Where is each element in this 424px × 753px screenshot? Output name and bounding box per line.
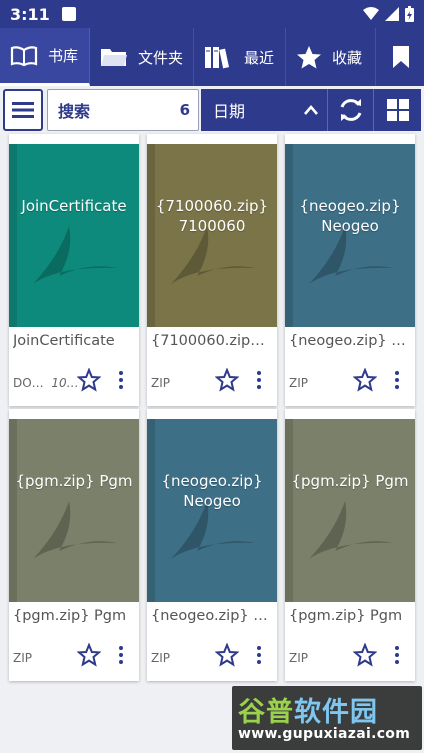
book-title: {7100060.zip}... — [151, 333, 273, 349]
book-format: ZIP — [289, 376, 308, 390]
hamburger-icon — [12, 102, 34, 118]
tab-folders-label: 文件夹 — [138, 48, 184, 67]
more-options-icon[interactable] — [251, 643, 267, 667]
refresh-icon — [340, 99, 361, 121]
watermark-logo: 谷普软件园 www.gupuxiazai.com — [232, 686, 422, 750]
notification-icon — [61, 7, 76, 21]
cover-emblem-icon — [33, 501, 117, 559]
favorite-star-icon[interactable] — [215, 368, 239, 392]
cover-emblem-icon — [171, 226, 255, 284]
folder-icon — [101, 49, 127, 66]
tab-favorites-label: 收藏 — [332, 48, 363, 67]
book-cover[interactable]: {neogeo.zip} Neogeo — [147, 419, 277, 602]
book-cover[interactable]: JoinCertificate — [9, 144, 139, 327]
book-card[interactable]: {pgm.zip} Pgm {pgm.zip} Pgm ZIP — [285, 409, 415, 681]
favorite-star-icon[interactable] — [353, 368, 377, 392]
grid-view-button[interactable] — [373, 89, 421, 131]
cover-emblem-icon — [309, 501, 393, 559]
book-title: {pgm.zip} Pgm — [13, 608, 127, 624]
tab-library[interactable]: 书库 — [0, 28, 90, 86]
menu-button[interactable] — [3, 89, 43, 131]
book-meta: ZIP — [289, 651, 308, 665]
chevron-up-icon[interactable] — [303, 104, 319, 116]
book-cover[interactable]: {pgm.zip} Pgm — [9, 419, 139, 602]
book-title: {neogeo.zip} N... — [289, 333, 411, 349]
sort-label: 日期 — [213, 102, 246, 121]
favorite-star-icon[interactable] — [77, 643, 101, 667]
book-card[interactable]: {7100060.zip} 7100060 {7100060.zip}... Z… — [147, 134, 277, 406]
more-options-icon[interactable] — [251, 368, 267, 392]
sort-dropdown[interactable]: 日期 — [201, 89, 327, 131]
tab-folders[interactable]: 文件夹 — [90, 28, 194, 86]
cover-text: JoinCertificate — [21, 197, 127, 215]
book-format: ZIP — [151, 376, 170, 390]
favorite-star-icon[interactable] — [77, 368, 101, 392]
more-options-icon[interactable] — [389, 368, 405, 392]
status-time: 3:11 — [10, 4, 50, 24]
book-format: ZIP — [289, 651, 308, 665]
cover-text: {pgm.zip} Pgm — [15, 472, 133, 490]
star-icon — [297, 46, 321, 69]
book-meta: ZIP — [289, 376, 308, 390]
status-icons — [363, 6, 414, 22]
books-icon — [205, 47, 230, 69]
book-card[interactable]: {neogeo.zip} Neogeo {neogeo.zip} N... ZI… — [147, 409, 277, 681]
book-format: ZIP — [13, 651, 32, 665]
grid-icon — [386, 99, 409, 121]
more-options-icon[interactable] — [113, 368, 129, 392]
bookmark-icon — [393, 46, 409, 68]
more-options-icon[interactable] — [113, 643, 129, 667]
signal-icon — [385, 7, 399, 21]
book-grid: JoinCertificate JoinCertificate DO… 10… … — [0, 134, 424, 753]
book-card[interactable]: JoinCertificate JoinCertificate DO… 10… — [9, 134, 139, 406]
cover-emblem-icon — [33, 226, 117, 284]
search-placeholder: 搜索 — [58, 102, 91, 121]
tab-favorites[interactable]: 收藏 — [286, 28, 376, 86]
book-card[interactable]: {neogeo.zip} Neogeo {neogeo.zip} N... ZI… — [285, 134, 415, 406]
book-meta: DO… 10… — [13, 376, 79, 390]
tab-recent[interactable]: 最近 — [194, 28, 286, 86]
watermark-name: 谷普软件园 — [238, 690, 378, 729]
cover-text: {pgm.zip} Pgm — [291, 472, 409, 490]
book-date: 10… — [51, 376, 79, 390]
book-title: {pgm.zip} Pgm — [289, 608, 403, 624]
result-count: 6 — [179, 101, 190, 119]
favorite-star-icon[interactable] — [353, 643, 377, 667]
book-title: JoinCertificate — [13, 333, 115, 349]
tab-bar: 书库 文件夹 最近 收藏 — [0, 28, 424, 86]
watermark-name-part2: 软件园 — [294, 697, 378, 728]
cover-emblem-icon — [171, 501, 255, 559]
favorite-star-icon[interactable] — [215, 643, 239, 667]
book-card[interactable]: {pgm.zip} Pgm {pgm.zip} Pgm ZIP — [9, 409, 139, 681]
search-input[interactable]: 搜索 6 — [47, 89, 199, 131]
more-options-icon[interactable] — [389, 643, 405, 667]
book-title: {neogeo.zip} N... — [151, 608, 273, 624]
toolbar: 搜索 6 日期 — [0, 86, 424, 134]
status-bar: 3:11 — [0, 0, 424, 28]
book-format: DO… — [13, 376, 44, 390]
book-meta: ZIP — [151, 376, 170, 390]
book-cover[interactable]: {7100060.zip} 7100060 — [147, 144, 277, 327]
watermark-name-part1: 谷普 — [238, 697, 294, 728]
book-open-icon — [10, 45, 38, 66]
book-cover[interactable]: {pgm.zip} Pgm — [285, 419, 415, 602]
battery-icon — [405, 6, 414, 22]
cover-emblem-icon — [309, 226, 393, 284]
book-format: ZIP — [151, 651, 170, 665]
refresh-button[interactable] — [327, 89, 373, 131]
tab-recent-label: 最近 — [244, 48, 275, 67]
book-meta: ZIP — [151, 651, 170, 665]
watermark-url: www.gupuxiazai.com — [238, 726, 411, 742]
tab-library-label: 书库 — [48, 47, 79, 65]
book-meta: ZIP — [13, 651, 32, 665]
wifi-icon — [363, 7, 379, 20]
book-cover[interactable]: {neogeo.zip} Neogeo — [285, 144, 415, 327]
tab-bookmarks[interactable] — [376, 28, 424, 86]
